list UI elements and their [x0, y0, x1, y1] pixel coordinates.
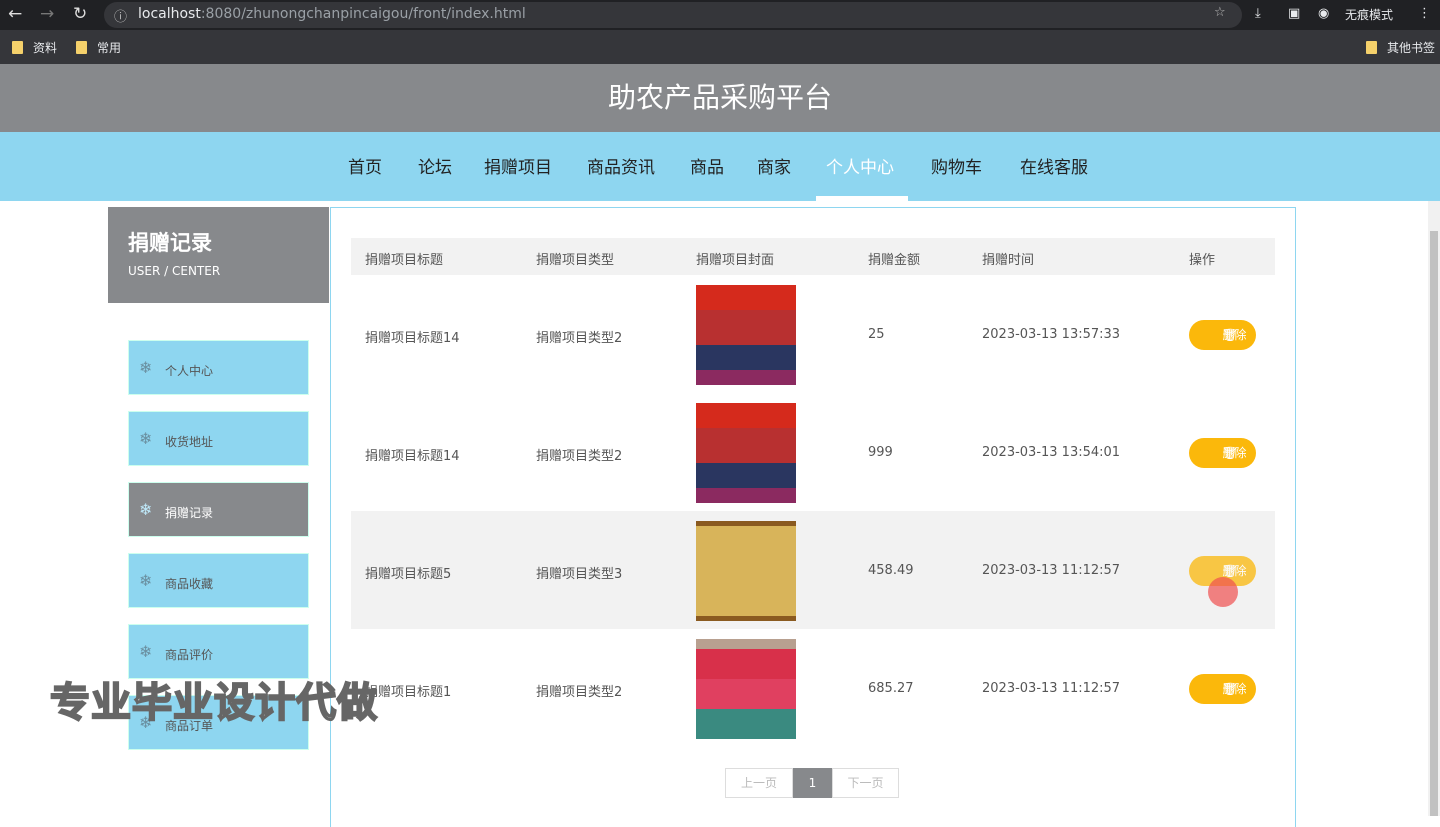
reload-icon[interactable]: ↻ [73, 4, 87, 24]
col-type: 捐赠项目类型 [536, 253, 615, 268]
nav-cart[interactable]: 购物车 [931, 153, 982, 178]
nav-forum[interactable]: 论坛 [418, 153, 452, 178]
delete-label: 删除 [1222, 328, 1247, 342]
snowflake-icon: ❄ [139, 429, 153, 448]
sidebar-item-label: 商品评价 [165, 648, 214, 662]
sidebar-item-favorites[interactable]: ❄ 商品收藏 [128, 553, 309, 608]
sidebar-item-address[interactable]: ❄ 收货地址 [128, 411, 309, 466]
watermark-text: 专业毕业设计代做 [49, 679, 378, 727]
cell-title: 捐赠项目标题5 [365, 567, 452, 582]
folder-icon [12, 41, 23, 54]
bookmark-label: 常用 [97, 41, 122, 55]
site-title: 助农产品采购平台 [0, 64, 1440, 132]
incognito-label: 无痕模式 [1345, 8, 1394, 22]
star-icon[interactable]: ☆ [1214, 5, 1226, 20]
cell-type: 捐赠项目类型2 [536, 685, 623, 700]
folder-icon [1366, 41, 1377, 54]
sidebar-item-label: 捐赠记录 [165, 506, 214, 520]
sidebar-title: 捐赠记录 [128, 231, 212, 255]
cell-type: 捐赠项目类型2 [536, 449, 623, 464]
download-icon[interactable]: ⤓ [1255, 6, 1261, 21]
cover-image [696, 285, 796, 385]
nav-support[interactable]: 在线客服 [1020, 153, 1088, 178]
scrollbar[interactable] [1428, 201, 1440, 816]
bookmark-2[interactable]: 常用 [76, 39, 121, 56]
bookmarks-bar: 资料 常用 其他书签 [0, 30, 1440, 64]
sidebar-item-label: 个人中心 [165, 364, 214, 378]
prev-page-button[interactable]: 上一页 [725, 768, 793, 798]
nav-products[interactable]: 商品 [690, 153, 724, 178]
nav-home[interactable]: 首页 [348, 153, 382, 178]
snowflake-icon: ❄ [139, 358, 153, 377]
cursor-indicator [1208, 577, 1238, 607]
cell-amount: 685.27 [868, 681, 914, 696]
cell-time: 2023-03-13 11:12:57 [982, 563, 1121, 578]
sidebar-item-donation-records[interactable]: ❄ 捐赠记录 [128, 482, 309, 537]
table-row: 捐赠项目标题5 捐赠项目类型3 458.49 2023-03-13 11:12:… [351, 511, 1275, 629]
cell-amount: 25 [868, 327, 885, 342]
address-bar[interactable]: ⓘ localhost:8080/zhunongchanpincaigou/fr… [104, 2, 1242, 28]
cell-amount: 999 [868, 445, 893, 460]
back-icon[interactable]: ← [8, 4, 22, 24]
col-cover: 捐赠项目封面 [696, 253, 775, 268]
page-1-button[interactable]: 1 [793, 768, 832, 798]
delete-button[interactable]: 🗑 删除 [1189, 438, 1256, 468]
table-header: 捐赠项目标题 捐赠项目类型 捐赠项目封面 捐赠金额 捐赠时间 操作 [351, 238, 1275, 275]
url-path: :8080/zhunongchanpincaigou/front/index.h… [200, 6, 526, 22]
col-actions: 操作 [1189, 253, 1216, 268]
cell-title: 捐赠项目标题14 [365, 449, 460, 464]
cell-amount: 458.49 [868, 563, 914, 578]
nav-merchants[interactable]: 商家 [757, 153, 791, 178]
nav-donation-projects[interactable]: 捐赠项目 [484, 153, 552, 178]
cover-image [696, 403, 796, 503]
cover-image [696, 521, 796, 621]
info-icon: ⓘ [114, 10, 128, 25]
col-amount: 捐赠金额 [868, 253, 921, 268]
url-host: localhost [138, 6, 201, 22]
scrollbar-thumb[interactable] [1430, 231, 1438, 816]
sidebar-subtitle: USER / CENTER [128, 264, 221, 278]
table-row: 捐赠项目标题14 捐赠项目类型2 25 2023-03-13 13:57:33 … [351, 275, 1275, 393]
table-row: 捐赠项目标题1 捐赠项目类型2 685.27 2023-03-13 11:12:… [351, 629, 1275, 747]
delete-label: 删除 [1222, 446, 1247, 460]
cell-title: 捐赠项目标题14 [365, 331, 460, 346]
cell-type: 捐赠项目类型2 [536, 331, 623, 346]
nav-product-news[interactable]: 商品资讯 [587, 153, 655, 178]
active-nav-underline [816, 196, 908, 201]
forward-icon[interactable]: → [40, 4, 54, 24]
browser-toolbar: ← → ↻ ⓘ localhost:8080/zhunongchanpincai… [0, 0, 1440, 30]
sidebar-item-label: 收货地址 [165, 435, 214, 449]
col-time: 捐赠时间 [982, 253, 1035, 268]
main-nav: 首页 论坛 捐赠项目 商品资讯 商品 商家 个人中心 购物车 在线客服 [0, 132, 1440, 201]
delete-button[interactable]: 🗑 删除 [1189, 320, 1256, 350]
col-title: 捐赠项目标题 [365, 253, 444, 268]
delete-button[interactable]: 🗑 删除 [1189, 674, 1256, 704]
sidebar-item-personal-center[interactable]: ❄ 个人中心 [128, 340, 309, 395]
menu-icon[interactable]: ⋮ [1418, 6, 1431, 21]
delete-label: 删除 [1222, 682, 1247, 696]
sidebar-header: 捐赠记录 USER / CENTER [108, 207, 329, 303]
cell-type: 捐赠项目类型3 [536, 567, 623, 582]
cell-time: 2023-03-13 11:12:57 [982, 681, 1121, 696]
snowflake-icon: ❄ [139, 500, 153, 519]
bookmark-label: 资料 [33, 41, 58, 55]
cell-time: 2023-03-13 13:54:01 [982, 445, 1121, 460]
table-row: 捐赠项目标题14 捐赠项目类型2 999 2023-03-13 13:54:01… [351, 393, 1275, 511]
sidepanel-icon[interactable]: ▣ [1288, 6, 1300, 21]
nav-personal-center[interactable]: 个人中心 [826, 153, 894, 178]
bookmark-label: 其他书签 [1387, 41, 1436, 55]
snowflake-icon: ❄ [139, 571, 153, 590]
bookmark-1[interactable]: 资料 [12, 39, 57, 56]
cover-image [696, 639, 796, 739]
snowflake-icon: ❄ [139, 642, 153, 661]
other-bookmarks[interactable]: 其他书签 [1366, 39, 1435, 56]
cell-time: 2023-03-13 13:57:33 [982, 327, 1121, 342]
sidebar-item-label: 商品收藏 [165, 577, 214, 591]
next-page-button[interactable]: 下一页 [832, 768, 899, 798]
folder-icon [76, 41, 87, 54]
incognito-icon: ◉ [1318, 6, 1330, 21]
